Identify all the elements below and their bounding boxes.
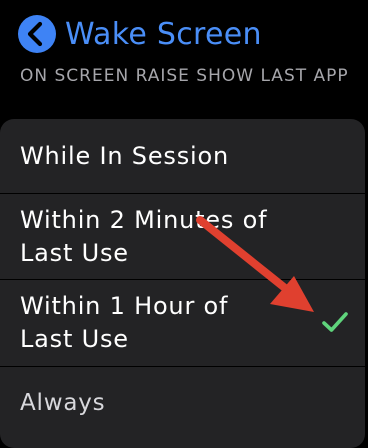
- option-label: While In Session: [20, 142, 229, 170]
- red-arrow-icon: [196, 216, 314, 312]
- option-label: Always: [20, 390, 106, 416]
- back-button[interactable]: [18, 15, 56, 53]
- chevron-left-icon: [27, 21, 43, 47]
- option-while-in-session[interactable]: While In Session: [0, 119, 365, 193]
- page-title: Wake Screen: [65, 16, 262, 52]
- option-always[interactable]: Always: [0, 367, 365, 448]
- navigation-bar: Wake Screen: [18, 14, 262, 54]
- section-header: ON SCREEN RAISE SHOW LAST APP: [20, 66, 349, 86]
